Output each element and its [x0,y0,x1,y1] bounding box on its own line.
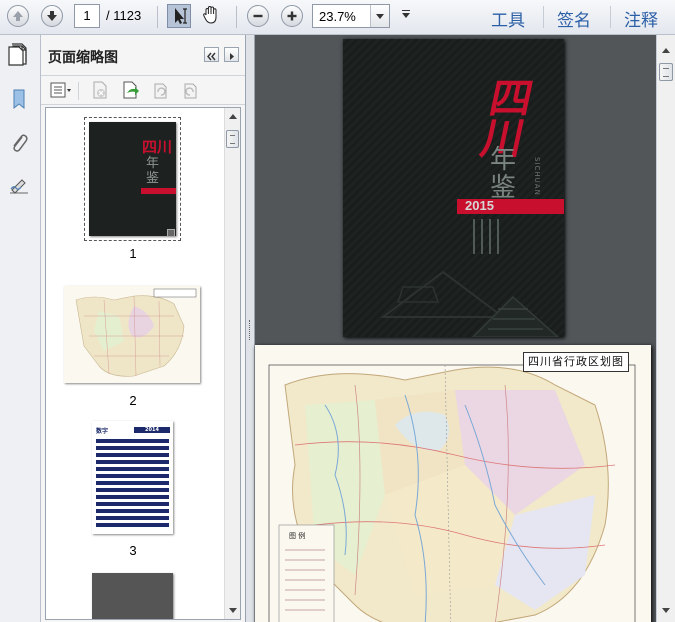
cover-red-band: 2015 [457,198,564,214]
rotate-ccw-icon[interactable] [150,80,170,100]
thumbnail-map-image [75,288,197,377]
cover-subtitle: 年鉴 [490,145,517,203]
paperclip-icon[interactable] [7,131,31,155]
thumbnail-panel-header: 页面缩略图 [8,35,245,76]
panel-menu-button[interactable] [224,47,239,62]
thumbnail-scrollbar[interactable] [224,108,240,619]
minus-icon [253,14,263,18]
triangle-right-icon [230,53,234,60]
toolbar-divider [78,82,79,100]
comment-tab[interactable]: 注释 [624,6,658,31]
thumbnail-page-3[interactable]: 数字 2014 [92,421,173,534]
page-total-label: / 1123 [106,8,142,23]
rotate-cw-icon[interactable] [180,80,200,100]
document-page-1: 四川 年鉴 SICHUAN 2015 [343,39,564,337]
collapse-panel-button[interactable] [204,47,219,62]
panel-title: 页面缩略图 [48,50,118,66]
thumbnail-label: 3 [129,543,137,558]
page-number-input[interactable]: 1 [74,4,100,28]
cover-embossed-architecture [380,270,560,337]
sign-tab[interactable]: 签名 [557,6,591,31]
scroll-thumb[interactable] [659,63,673,81]
scroll-up-icon[interactable] [662,48,670,53]
previous-page-button[interactable] [7,5,29,27]
thumbnail-toolbar [41,76,245,105]
options-menu-icon[interactable] [50,80,74,100]
thumb-cover-sub: 年鉴 [146,156,160,186]
thumbnail-panel: 页面缩略图 四川 年鉴 1 2 数字 2014 3 [8,35,246,622]
thumb3-table [96,439,169,527]
scroll-down-icon[interactable] [662,608,670,613]
thumbnail-label: 2 [129,393,137,408]
next-page-button[interactable] [41,5,63,27]
toolbar-divider [157,6,158,28]
thumbnail-image: 四川 年鉴 [89,122,176,237]
thumbnail-page-1[interactable]: 四川 年鉴 [84,117,181,241]
panel-splitter[interactable] [246,35,255,622]
arrow-up-icon [13,11,23,21]
thumb-cover-title: 四川 [142,138,173,156]
thumb-cover-band [141,188,176,194]
scroll-up-icon[interactable] [229,114,237,119]
main-toolbar: 1 / 1123 23.7% 工具 签名 注释 [0,0,675,35]
hand-icon [203,5,217,24]
cover-year: 2015 [465,198,494,213]
scroll-down-icon[interactable] [229,608,237,613]
tools-tab[interactable]: 工具 [491,6,525,31]
document-pages-icon [8,43,27,66]
cover-pinyin: SICHUAN [533,157,541,196]
thumbnail-list[interactable]: 四川 年鉴 1 2 数字 2014 3 [45,107,241,620]
document-scrollbar[interactable] [656,35,675,622]
bookmark-icon[interactable] [7,87,31,111]
document-page-2: 图 例 四川省行政区划图 [255,345,651,622]
chevron-down-icon[interactable] [370,5,389,27]
select-tool-button[interactable] [167,4,191,28]
map-legend-title: 图 例 [289,531,305,540]
delete-page-icon[interactable] [90,80,110,100]
thumbnail-page-2[interactable] [64,286,200,383]
plus-icon [287,11,297,21]
thumb3-header-left: 数字 [96,428,109,435]
thumb3-header-right: 2014 [134,427,170,433]
arrow-down-icon [47,11,57,21]
document-view[interactable]: 四川 年鉴 SICHUAN 2015 图 例 四川省行政区划图 [246,35,656,622]
insert-page-icon[interactable] [120,80,140,100]
toolbar-divider [610,6,611,28]
toolbar-divider [236,6,237,28]
zoom-select[interactable]: 23.7% [312,4,390,28]
zoom-value: 23.7% [319,9,356,24]
province-map-image: 图 例 [268,364,636,622]
thumb-corner-marker [167,229,175,237]
map-title: 四川省行政区划图 [523,352,629,372]
toolbar-more-icon[interactable] [402,10,410,18]
thumbnail-label: 1 [129,246,137,261]
cursor-text-icon [175,8,187,24]
zoom-in-button[interactable] [281,5,303,27]
thumbnail-page-4[interactable] [92,573,173,619]
navigation-rail [0,35,41,622]
hand-tool-button[interactable] [200,4,224,28]
toolbar-divider [543,6,544,28]
signature-icon[interactable] [7,175,31,199]
scroll-thumb[interactable] [226,130,239,148]
double-chevron-left-icon [207,52,216,61]
zoom-out-button[interactable] [247,5,269,27]
